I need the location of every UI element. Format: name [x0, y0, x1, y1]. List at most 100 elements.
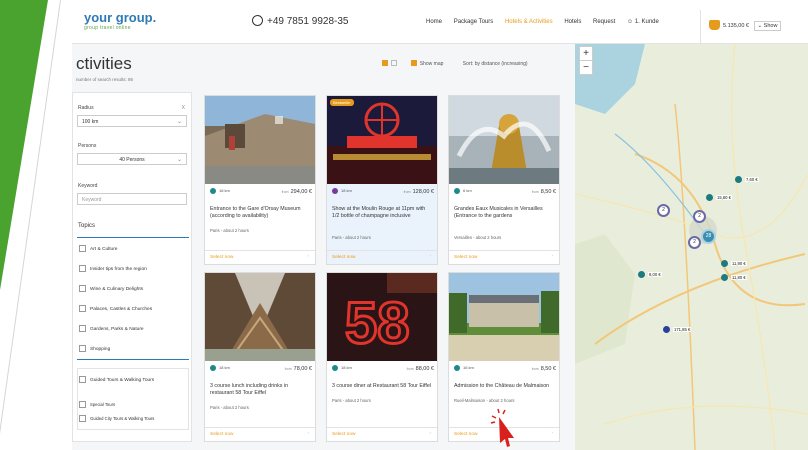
- select-now-button[interactable]: Select now ›: [449, 250, 559, 264]
- distance: 18 km: [219, 365, 230, 370]
- checkbox[interactable]: [79, 305, 86, 312]
- map-price-label: 11,80 €: [731, 275, 747, 280]
- nav-hotels-activities[interactable]: Hotels & Activities: [505, 19, 553, 25]
- activity-meta: 16 km from 8,50 €: [454, 365, 556, 372]
- list-view-icon[interactable]: [391, 60, 398, 66]
- map-price-label: 15,60 €: [716, 195, 732, 200]
- chevron-right-icon: ›: [551, 431, 553, 436]
- radius-label: Radius: [78, 105, 94, 111]
- topic-option[interactable]: Wine & Culinary Delights: [79, 285, 143, 292]
- cart-show-button[interactable]: ⌄ Show: [753, 21, 782, 31]
- checkbox[interactable]: [79, 376, 86, 383]
- checkbox[interactable]: [79, 285, 86, 292]
- select-now-button[interactable]: Select now ›: [205, 250, 315, 264]
- tour-option[interactable]: Guided City Tours & Walking Tours: [79, 415, 154, 422]
- logo-tagline: group travel online: [84, 25, 131, 31]
- cart-show-label: Show: [763, 23, 778, 29]
- zoom-out-button[interactable]: −: [580, 60, 592, 74]
- map-pin[interactable]: [638, 271, 645, 278]
- activity-card[interactable]: Bestseller 18 km from 128,00 € Show at th…: [326, 95, 438, 265]
- nav-request[interactable]: Request: [593, 19, 615, 25]
- activity-title[interactable]: 3 course diner at Restaurant 58 Tour Eif…: [332, 383, 434, 390]
- app-window: your group. group travel online +49 7851…: [72, 0, 808, 450]
- tour-label: Special Tours: [90, 402, 116, 407]
- cart[interactable]: 5.135,00 € ⌄ Show: [700, 10, 808, 44]
- price: from 294,00 €: [282, 189, 312, 195]
- price: from 88,00 €: [407, 366, 434, 372]
- topics-divider: [77, 237, 189, 238]
- checkbox[interactable]: [79, 265, 86, 272]
- select-now-button[interactable]: Select now ›: [327, 250, 437, 264]
- map-cluster[interactable]: 2: [688, 236, 701, 249]
- select-now-button[interactable]: Select now ›: [205, 427, 315, 441]
- phone-text: +49 7851 9928-35: [267, 16, 349, 27]
- activity-photo: Bestseller: [327, 96, 437, 184]
- activity-title[interactable]: Show at the Moulin Rouge at 11pm with 1/…: [332, 206, 434, 220]
- activity-card[interactable]: 58 18 km from 88,00 € 3 course diner at R…: [326, 272, 438, 442]
- activity-title[interactable]: 3 course lunch including drinks in resta…: [210, 383, 312, 397]
- price-value: 128,00 €: [412, 189, 434, 195]
- nav-package-tours[interactable]: Package Tours: [454, 19, 494, 25]
- topic-option[interactable]: Shopping: [79, 345, 110, 352]
- keyword-input[interactable]: Keyword: [77, 193, 187, 205]
- price-value: 88,00 €: [415, 366, 434, 372]
- topic-option[interactable]: Art & Culture: [79, 245, 117, 252]
- tour-option[interactable]: Guided Tours & Walking Tours: [79, 376, 154, 383]
- topic-option[interactable]: Gardens, Parks & Nature: [79, 325, 144, 332]
- checkbox[interactable]: [79, 401, 86, 408]
- map-pin[interactable]: [706, 194, 713, 201]
- chevron-right-icon: ›: [307, 254, 309, 259]
- checkbox[interactable]: [79, 325, 86, 332]
- activity-location: Paris - about 2 hours: [332, 235, 371, 240]
- topic-label: Insider tips from the region: [90, 267, 147, 272]
- logo[interactable]: your group. group travel online: [84, 10, 156, 31]
- zoom-controls: + −: [579, 46, 593, 75]
- show-map-checkbox[interactable]: [410, 60, 417, 66]
- nav-home[interactable]: Home: [426, 19, 442, 25]
- map-cluster[interactable]: 28: [701, 229, 716, 244]
- distance: 16 km: [463, 365, 474, 370]
- checkbox[interactable]: [79, 245, 86, 252]
- price-value: 8,50 €: [540, 366, 556, 372]
- activity-card[interactable]: 6 km from 8,50 € Grandes Eaux Musicales i…: [448, 95, 560, 265]
- checkbox[interactable]: [79, 345, 86, 352]
- persons-value: 40 Persons: [119, 157, 145, 163]
- results-map[interactable]: + − 7,60 € 15,60 € 2 2 2 28 8,00 € 11,90…: [575, 44, 808, 450]
- activity-photo: 58: [327, 273, 437, 361]
- sort-select[interactable]: Sort: by distance (increasing): [463, 61, 528, 67]
- tour-option[interactable]: Special Tours: [79, 401, 115, 408]
- nav-hotels[interactable]: Hotels: [564, 19, 581, 25]
- radius-clear-icon[interactable]: X: [182, 105, 185, 111]
- select-now-label: Select now: [454, 432, 478, 437]
- price-prefix: from: [403, 190, 411, 194]
- chevron-right-icon: ›: [429, 254, 431, 259]
- activity-title[interactable]: Entrance to the Gare d'Orsay Museum (acc…: [210, 206, 312, 220]
- activity-title[interactable]: Admission to the Château de Malmaison: [454, 383, 556, 390]
- radius-select[interactable]: 100 km ⌄: [77, 115, 187, 127]
- checkbox[interactable]: [79, 415, 86, 422]
- activity-card[interactable]: 18 km from 78,00 € 3 course lunch includi…: [204, 272, 316, 442]
- nav-user[interactable]: ☺ 1. Kunde: [627, 19, 669, 25]
- persons-select[interactable]: 40 Persons ⌄: [77, 153, 187, 165]
- price: from 8,50 €: [532, 366, 556, 372]
- map-pin[interactable]: [721, 260, 728, 267]
- price-value: 8,50 €: [540, 189, 556, 195]
- map-pin[interactable]: [721, 274, 728, 281]
- select-now-button[interactable]: Select now ›: [327, 427, 437, 441]
- zoom-in-button[interactable]: +: [580, 47, 592, 60]
- map-pin[interactable]: [735, 176, 742, 183]
- category-dot: [210, 365, 216, 371]
- activity-title[interactable]: Grandes Eaux Musicales in Versailles (En…: [454, 206, 556, 220]
- price-prefix: from: [284, 367, 292, 371]
- grid-view-icon[interactable]: [382, 60, 388, 66]
- topic-option[interactable]: Palaces, Castles & Churches: [79, 305, 152, 312]
- map-cluster[interactable]: 2: [657, 204, 670, 217]
- select-now-label: Select now: [332, 255, 356, 260]
- topic-option[interactable]: Insider tips from the region: [79, 265, 147, 272]
- map-pin[interactable]: [663, 326, 670, 333]
- map-cluster[interactable]: 2: [693, 210, 706, 223]
- phone-number[interactable]: +49 7851 9928-35: [252, 15, 348, 27]
- activity-card[interactable]: 18 km from 294,00 € Entrance to the Gare …: [204, 95, 316, 265]
- activity-location: Paris - about 2 hours: [332, 398, 371, 403]
- topic-label: Gardens, Parks & Nature: [90, 327, 144, 332]
